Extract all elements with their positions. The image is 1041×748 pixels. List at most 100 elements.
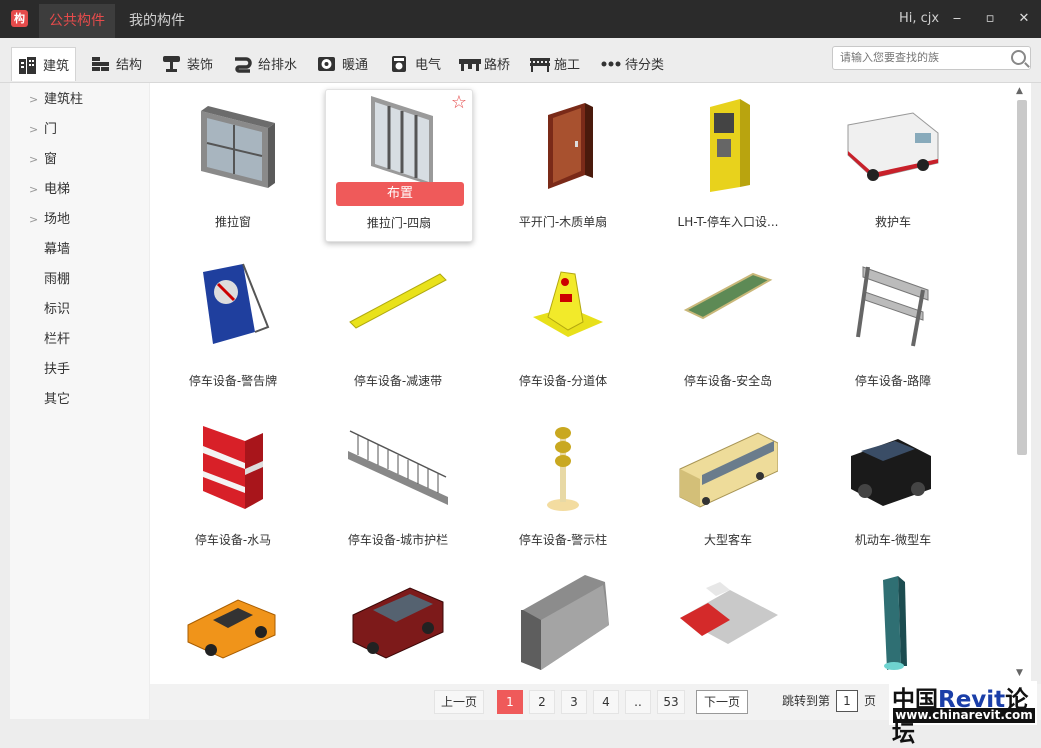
hvac-icon xyxy=(317,55,336,73)
electrical-icon xyxy=(390,55,409,73)
chevron-right-icon: > xyxy=(29,213,39,226)
component-card[interactable]: 推拉窗 xyxy=(160,89,306,240)
component-card[interactable]: 停车设备-警示柱 xyxy=(490,407,636,558)
component-card[interactable] xyxy=(820,566,966,684)
scroll-up-icon[interactable]: ▲ xyxy=(1016,86,1023,96)
component-card[interactable]: 停车设备-水马 xyxy=(160,407,306,558)
category-label: 暖通 xyxy=(342,58,369,73)
suv-thumb xyxy=(352,587,444,659)
title-bar: 构 公共构件 我的构件 Hi, cjx ‒ ▫ ✕ xyxy=(0,0,1041,38)
search-icon[interactable] xyxy=(1011,50,1026,65)
red-platform-thumb xyxy=(680,582,778,644)
chevron-right-icon: > xyxy=(29,153,39,166)
sidebar-item-canopy[interactable]: 雨棚 xyxy=(10,265,149,295)
page-unit-label: 页 xyxy=(864,694,877,708)
sidebar-item-elevator[interactable]: > 电梯 xyxy=(10,175,149,205)
sidebar: > 建筑柱 > 门 > 窗 > 电梯 > 场地 幕墙 雨棚 标识 栏杆 扶手 其它 xyxy=(10,83,149,719)
bridge-icon xyxy=(459,55,481,73)
watermark-url: www.chinarevit.com xyxy=(893,708,1035,723)
warning-post-thumb xyxy=(547,427,579,511)
prev-page-button[interactable]: 上一页 xyxy=(434,690,484,714)
component-card[interactable]: 停车设备-城市护栏 xyxy=(325,407,471,558)
component-card[interactable]: 平开门-木质单扇 xyxy=(490,89,636,240)
sidebar-item-curtain-wall[interactable]: 幕墙 xyxy=(10,235,149,265)
component-card[interactable]: LH-T-停车入口设... xyxy=(655,89,801,240)
category-construction[interactable]: 施工 xyxy=(523,47,586,80)
place-button[interactable]: 布置 xyxy=(336,182,464,206)
chevron-right-icon: > xyxy=(29,123,39,136)
roadblock-thumb xyxy=(856,266,929,347)
search-input[interactable] xyxy=(833,47,1000,67)
category-label: 路桥 xyxy=(484,58,511,73)
component-card[interactable]: 停车设备-警告牌 xyxy=(160,248,306,399)
category-label: 给排水 xyxy=(258,58,298,73)
ambulance-thumb xyxy=(847,112,939,181)
construction-icon xyxy=(529,55,550,73)
water-barrier-thumb xyxy=(203,426,263,509)
component-card[interactable]: 机动车-微型车 xyxy=(820,407,966,558)
category-plumbing[interactable]: 给排水 xyxy=(227,47,303,80)
scroll-down-icon[interactable]: ▼ xyxy=(1016,668,1023,678)
teal-panel-thumb xyxy=(883,576,907,670)
safety-island-thumb xyxy=(683,272,773,320)
minimize-icon[interactable]: ‒ xyxy=(947,9,967,29)
chevron-right-icon: > xyxy=(29,93,39,106)
favorite-star-icon[interactable]: ☆ xyxy=(451,92,467,113)
search-box[interactable] xyxy=(832,46,1031,70)
bus-thumb xyxy=(679,432,778,508)
category-bridge[interactable]: 路桥 xyxy=(453,47,516,80)
category-label: 待分类 xyxy=(625,58,665,73)
category-label: 装饰 xyxy=(187,58,214,73)
component-card[interactable]: 停车设备-减速带 xyxy=(325,248,471,399)
category-label: 施工 xyxy=(554,58,581,73)
component-card[interactable]: 救护车 xyxy=(820,89,966,240)
category-label: 结构 xyxy=(116,58,143,73)
category-electrical[interactable]: 电气 xyxy=(384,47,447,80)
more-icon xyxy=(600,55,621,73)
user-greeting[interactable]: Hi, cjx xyxy=(899,0,939,38)
sidebar-item-window[interactable]: > 窗 xyxy=(10,145,149,175)
parking-kiosk-thumb xyxy=(710,99,750,192)
convertible-thumb xyxy=(187,599,276,659)
category-hvac[interactable]: 暖通 xyxy=(311,47,374,80)
sidebar-item-site[interactable]: > 场地 xyxy=(10,205,149,235)
sidebar-item-door[interactable]: > 门 xyxy=(10,115,149,145)
category-building[interactable]: 建筑 xyxy=(11,47,77,81)
close-icon[interactable]: ✕ xyxy=(1014,9,1034,29)
tab-my-components[interactable]: 我的构件 xyxy=(119,4,195,38)
tab-public-components[interactable]: 公共构件 xyxy=(39,4,115,38)
page-button-1[interactable]: 1 xyxy=(497,690,523,714)
page-button-3[interactable]: 3 xyxy=(561,690,587,714)
next-page-button[interactable]: 下一页 xyxy=(696,690,748,714)
category-uncategorized[interactable]: 待分类 xyxy=(594,47,670,80)
category-structure[interactable]: 结构 xyxy=(85,47,148,80)
scrollbar-thumb[interactable] xyxy=(1017,100,1027,455)
structure-icon xyxy=(91,55,110,73)
sidebar-item-other[interactable]: 其它 xyxy=(10,385,149,415)
component-card[interactable] xyxy=(490,566,636,684)
page-button-2[interactable]: 2 xyxy=(529,690,555,714)
sidebar-item-signage[interactable]: 标识 xyxy=(10,295,149,325)
jump-page-input[interactable]: 1 xyxy=(836,690,858,712)
component-card[interactable]: 停车设备-路障 xyxy=(820,248,966,399)
component-card[interactable] xyxy=(160,566,306,684)
lane-divider-thumb xyxy=(533,271,603,337)
component-card[interactable] xyxy=(325,566,471,684)
jump-label: 跳转到第 xyxy=(782,694,831,708)
maximize-icon[interactable]: ▫ xyxy=(980,9,1000,29)
sidebar-item-handrail[interactable]: 扶手 xyxy=(10,355,149,385)
component-card[interactable] xyxy=(655,566,801,684)
component-card-selected[interactable]: ☆ 布置 推拉门-四扇 xyxy=(325,89,473,242)
wood-door-thumb xyxy=(548,103,593,189)
page-button-4[interactable]: 4 xyxy=(593,690,619,714)
sliding-window-thumb xyxy=(201,106,275,188)
component-card[interactable]: 停车设备-安全岛 xyxy=(655,248,801,399)
category-label: 电气 xyxy=(415,58,442,73)
decoration-icon xyxy=(162,55,181,73)
component-card[interactable]: 停车设备-分道体 xyxy=(490,248,636,399)
category-decoration[interactable]: 装饰 xyxy=(156,47,219,80)
page-button-53[interactable]: 53 xyxy=(657,690,685,714)
sidebar-item-railing[interactable]: 栏杆 xyxy=(10,325,149,355)
sidebar-item-column[interactable]: > 建筑柱 xyxy=(10,85,149,115)
component-card[interactable]: 大型客车 xyxy=(655,407,801,558)
